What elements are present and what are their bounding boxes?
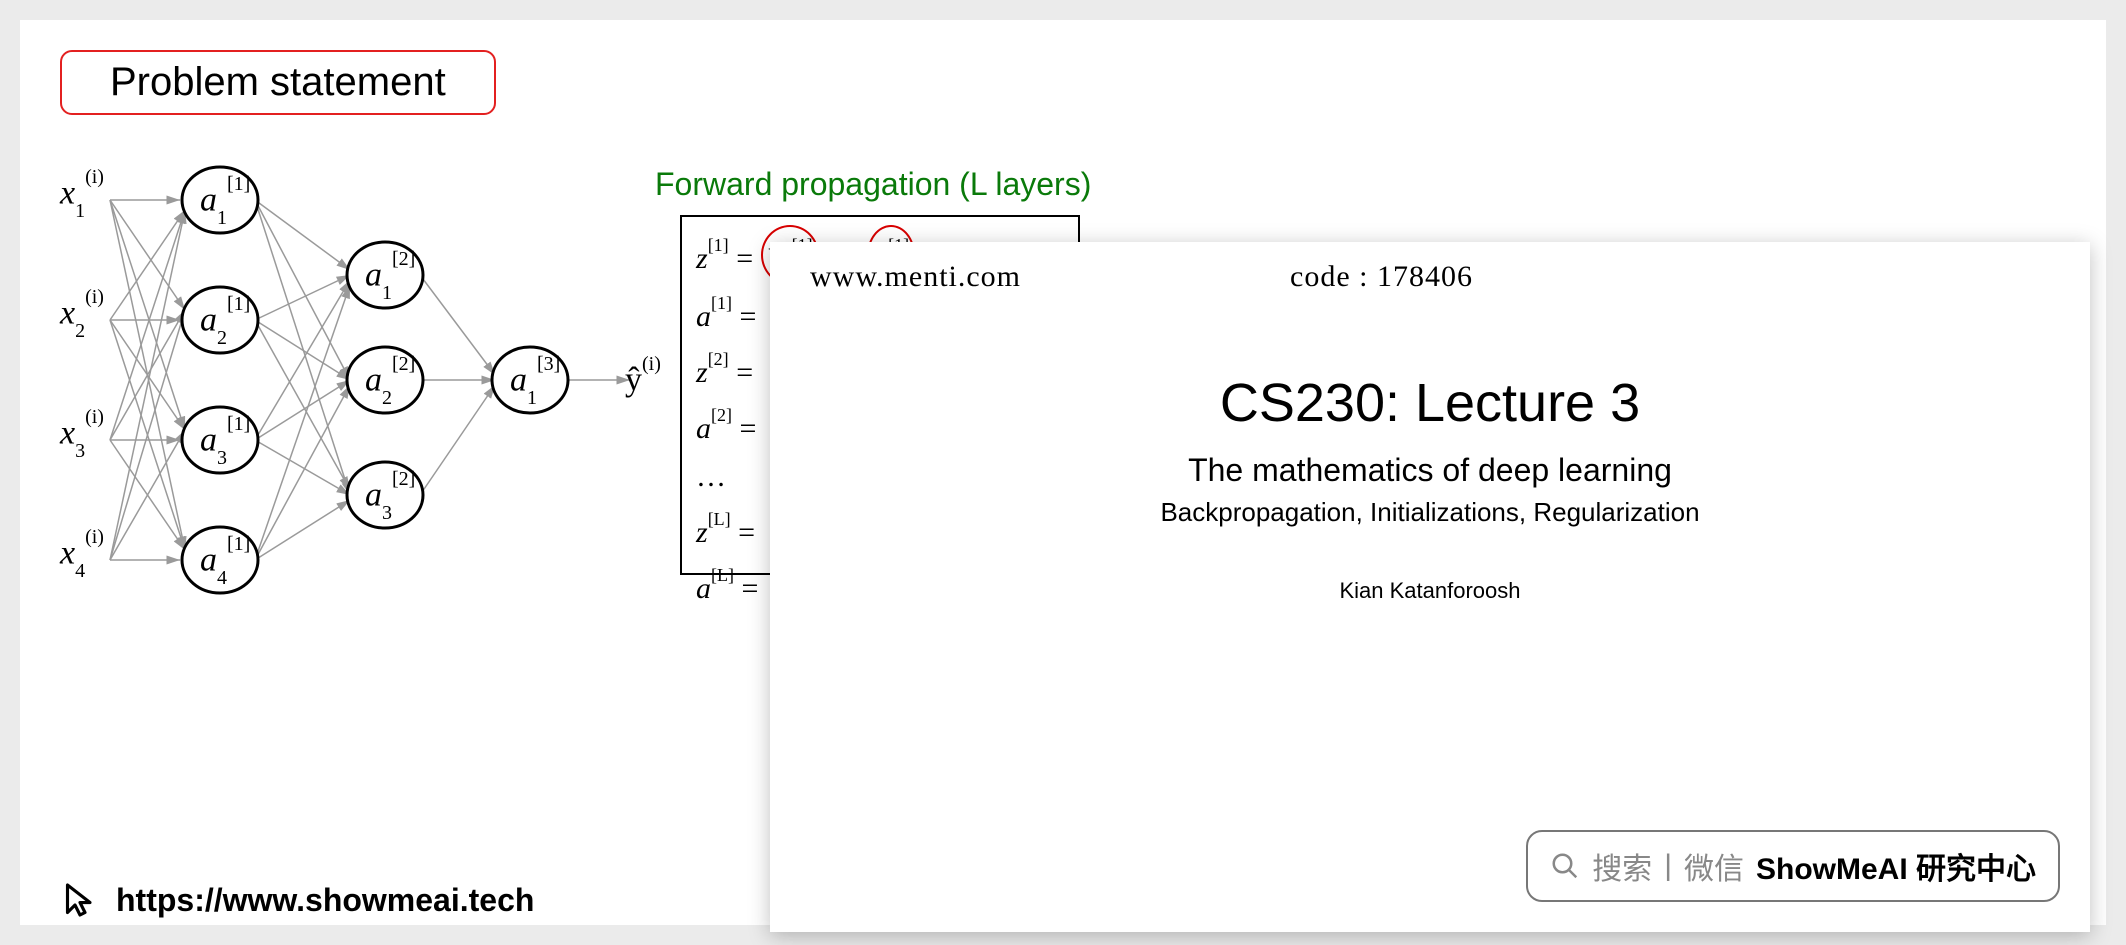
input-x2-label: x2(i) — [60, 295, 104, 335]
input-x3-label: x3(i) — [60, 415, 104, 455]
lecture-author: Kian Katanforoosh — [770, 578, 2090, 604]
footer-url: https://www.showmeai.tech — [116, 882, 534, 919]
a2-2-label: a2[2] — [365, 362, 415, 402]
lecture-title: CS230: Lecture 3 — [770, 372, 2090, 434]
footer-link[interactable]: https://www.showmeai.tech — [60, 880, 534, 920]
section-title-box: Problem statement — [60, 50, 496, 115]
menti-url: www.menti.com — [810, 260, 1021, 293]
handwritten-header: www.menti.com code : 178406 — [810, 260, 2050, 294]
forward-prop-title: Forward propagation (L layers) — [655, 166, 1091, 203]
menti-code-label: code : — [1290, 260, 1368, 293]
a3-1-label: a1[3] — [510, 362, 560, 402]
a1-4-label: a4[1] — [200, 542, 250, 582]
menti-code: 178406 — [1377, 260, 1473, 293]
search-icon — [1550, 851, 1580, 881]
a1-2-label: a2[1] — [200, 302, 250, 342]
section-title-text: Problem statement — [110, 60, 446, 104]
search-brand: ShowMeAI 研究中心 — [1756, 844, 2036, 888]
search-sep: | — [1664, 849, 1672, 883]
yhat-label: ŷ(i) — [625, 362, 661, 397]
cursor-icon — [60, 880, 100, 920]
search-hint: 搜索 — [1592, 844, 1652, 888]
a1-3-label: a3[1] — [200, 422, 250, 462]
a2-3-label: a3[2] — [365, 477, 415, 517]
overlay-slide: www.menti.com code : 178406 CS230: Lectu… — [770, 242, 2090, 932]
input-x4-label: x4(i) — [60, 535, 104, 575]
input-x1-label: x1(i) — [60, 175, 104, 215]
a2-1-label: a1[2] — [365, 257, 415, 297]
search-wechat: 微信 — [1684, 844, 1744, 888]
search-pill[interactable]: 搜索 | 微信 ShowMeAI 研究中心 — [1526, 830, 2060, 902]
lecture-subtitle: The mathematics of deep learning — [770, 452, 2090, 489]
lecture-topics: Backpropagation, Initializations, Regula… — [770, 497, 2090, 528]
a1-1-label: a1[1] — [200, 182, 250, 222]
